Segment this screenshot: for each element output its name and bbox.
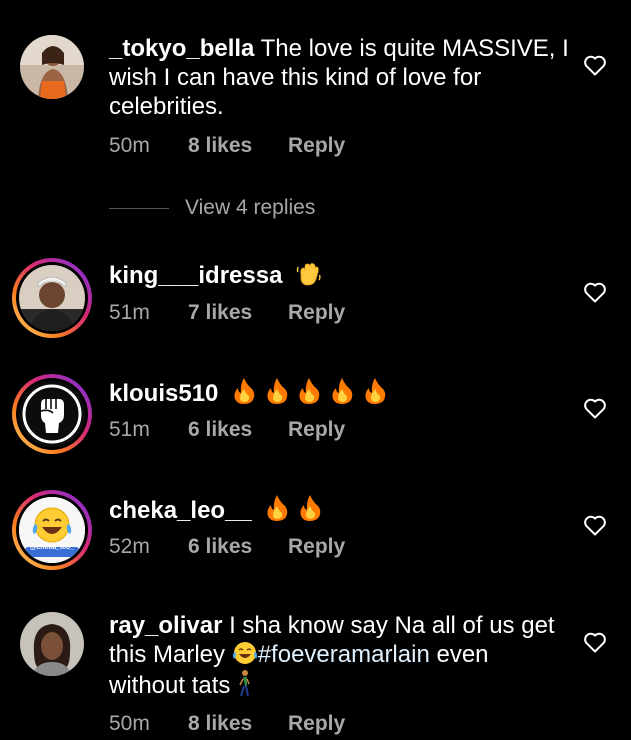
fire-emoji-icon: [332, 378, 353, 404]
heart-outline-icon[interactable]: [583, 514, 607, 536]
timestamp: 51m: [109, 418, 150, 441]
reply-button[interactable]: Reply: [288, 712, 345, 736]
username[interactable]: ray_olivar: [109, 612, 222, 639]
hashtag-link[interactable]: #foeveramarlain: [258, 641, 430, 668]
comment-meta: 50m 8 likes Reply: [109, 712, 345, 736]
avatar: [19, 381, 85, 447]
fire-emoji-icon: [234, 378, 255, 404]
reply-button[interactable]: Reply: [288, 134, 345, 158]
avatar[interactable]: [20, 35, 84, 99]
fire-emojis: [264, 495, 323, 524]
likes-count[interactable]: 6 likes: [188, 418, 288, 442]
view-replies-button[interactable]: View 4 replies: [109, 196, 315, 220]
likes-count[interactable]: 8 likes: [188, 134, 288, 158]
username[interactable]: cheka_leo__: [109, 497, 252, 524]
story-ring[interactable]: [12, 258, 92, 338]
avatar: [19, 265, 85, 331]
fire-emoji-icon: [267, 495, 288, 521]
reply-button[interactable]: Reply: [288, 418, 345, 442]
timestamp: 50m: [109, 712, 150, 735]
fire-emoji-icon: [365, 378, 386, 404]
likes-count[interactable]: 7 likes: [188, 301, 288, 325]
view-replies-label: View 4 replies: [185, 196, 316, 219]
timestamp: 52m: [109, 535, 150, 558]
fire-emoji-icon: [299, 378, 320, 404]
heart-outline-icon[interactable]: [583, 54, 607, 76]
fire-emojis: [231, 378, 388, 407]
person-walking-emoji-icon: [239, 670, 250, 697]
user-photo-avatar-icon: [20, 35, 84, 99]
divider: [109, 207, 169, 209]
reply-button[interactable]: Reply: [288, 301, 345, 325]
user-photo-avatar-icon: [20, 612, 84, 676]
timestamp: 51m: [109, 301, 150, 324]
comment-meta: 52m 6 likes Reply: [109, 535, 345, 559]
heart-outline-icon[interactable]: [583, 397, 607, 419]
likes-count[interactable]: 6 likes: [188, 535, 288, 559]
comment-meta: 51m 7 likes Reply: [109, 301, 345, 325]
comment-meta: 51m 6 likes Reply: [109, 418, 345, 442]
username[interactable]: king___idressa: [109, 262, 282, 289]
avatar-caption: @cheka_leo_: [29, 544, 75, 551]
raised-fist-avatar-icon: [19, 381, 85, 447]
comment-text: ray_olivar I sha know say Na all of us g…: [109, 611, 569, 700]
fire-emoji-icon: [267, 378, 288, 404]
laughing-tears-avatar-icon: [19, 497, 85, 563]
story-ring[interactable]: [12, 374, 92, 454]
username[interactable]: _tokyo_bella: [109, 35, 254, 62]
user-photo-avatar-icon: [19, 265, 85, 331]
fire-emoji-icon: [300, 495, 321, 521]
story-ring[interactable]: @cheka_leo_: [12, 490, 92, 570]
comment-text: klouis510: [109, 377, 569, 408]
waving-hand-emoji-icon: [296, 263, 321, 286]
reply-button[interactable]: Reply: [288, 535, 345, 559]
comment-text: king___idressa: [109, 261, 569, 290]
avatar[interactable]: [20, 612, 84, 676]
likes-count[interactable]: 8 likes: [188, 712, 288, 736]
heart-outline-icon[interactable]: [583, 631, 607, 653]
comment-meta: 50m 8 likes Reply: [109, 134, 345, 158]
comment-text: cheka_leo__: [109, 494, 569, 525]
comment-text: _tokyo_bella The love is quite MASSIVE, …: [109, 34, 569, 121]
timestamp: 50m: [109, 134, 150, 157]
laughing-tears-emoji-icon: [232, 642, 257, 664]
avatar: [19, 497, 85, 563]
heart-outline-icon[interactable]: [583, 281, 607, 303]
username[interactable]: klouis510: [109, 380, 218, 407]
